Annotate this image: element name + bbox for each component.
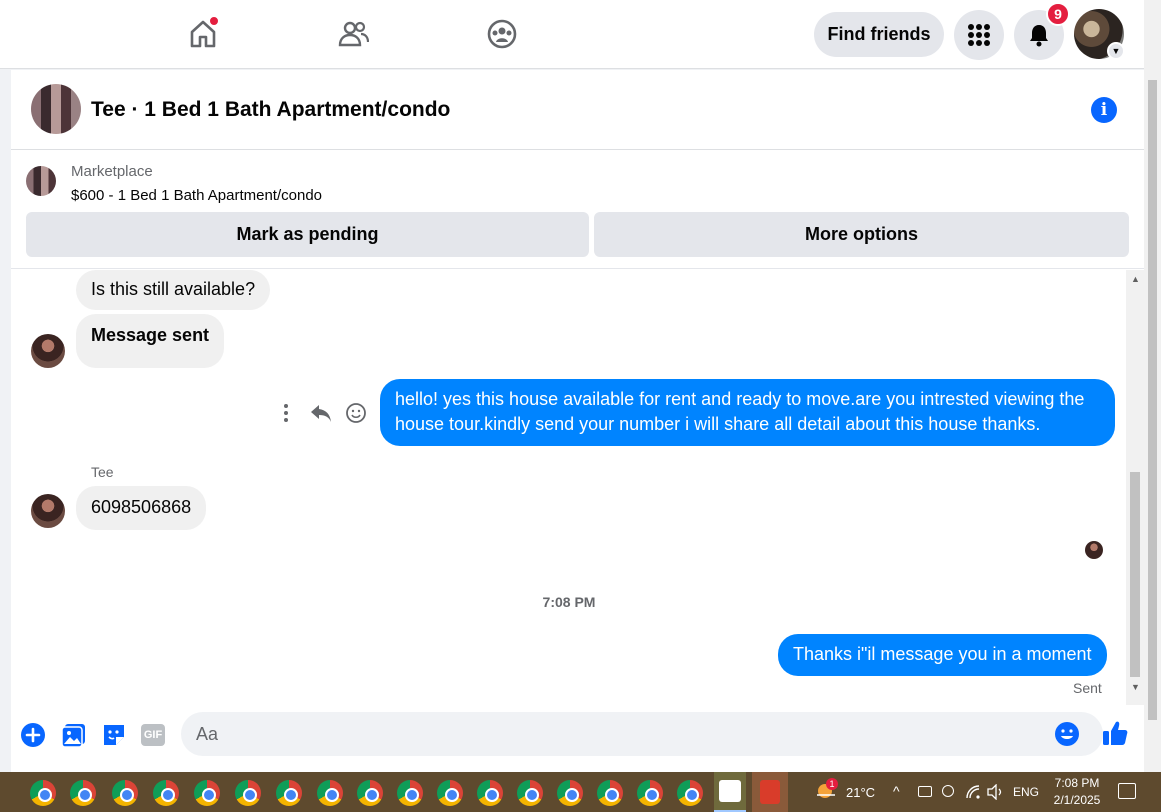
chrome-icon[interactable] bbox=[557, 780, 583, 806]
more-options-button[interactable]: More options bbox=[594, 212, 1129, 257]
chrome-icon[interactable] bbox=[637, 780, 663, 806]
marketplace-label: Marketplace bbox=[71, 163, 153, 180]
message-bubble[interactable]: Is this still available? bbox=[76, 270, 271, 310]
chrome-icon[interactable] bbox=[30, 780, 56, 806]
message-input[interactable] bbox=[181, 712, 1103, 756]
chrome-icon[interactable] bbox=[235, 780, 261, 806]
chrome-icon[interactable] bbox=[597, 780, 623, 806]
top-navigation: Find friends 9 ▼ bbox=[0, 0, 1161, 69]
page-scroll-thumb[interactable] bbox=[1148, 80, 1157, 720]
sender-name: Tee bbox=[91, 464, 114, 480]
reply-icon[interactable] bbox=[309, 401, 333, 425]
scroll-down-arrow[interactable]: ▼ bbox=[1131, 682, 1140, 692]
message-bubble[interactable]: 6098506868 bbox=[76, 486, 207, 530]
pinned-app-icon bbox=[760, 780, 780, 804]
weather-temperature[interactable]: 21°C bbox=[846, 785, 875, 800]
message-timestamp: 7:08 PM bbox=[542, 594, 596, 610]
grid-menu-icon bbox=[968, 24, 990, 46]
chat-title[interactable]: Tee · 1 Bed 1 Bath Apartment/condo bbox=[91, 98, 450, 122]
clock-time: 7:08 PM bbox=[1054, 776, 1100, 790]
volume-icon[interactable] bbox=[987, 783, 1005, 801]
listing-thumbnail[interactable] bbox=[26, 166, 56, 196]
chrome-icon[interactable] bbox=[397, 780, 423, 806]
home-notification-dot bbox=[209, 16, 219, 26]
chrome-icon[interactable] bbox=[70, 780, 96, 806]
listing-title[interactable]: $600 - 1 Bed 1 Bath Apartment/condo bbox=[71, 187, 322, 204]
chat-header: Tee · 1 Bed 1 Bath Apartment/condo i bbox=[11, 70, 1145, 150]
message-bubble[interactable]: Thanks i"il message you in a moment bbox=[778, 634, 1107, 676]
media-app-icon bbox=[719, 780, 741, 802]
chrome-icon[interactable] bbox=[317, 780, 343, 806]
chrome-icon[interactable] bbox=[437, 780, 463, 806]
message-bubble[interactable]: hello! yes this house available for rent… bbox=[380, 379, 1115, 446]
message-list: Is this still available? Message sent he… bbox=[11, 270, 1145, 705]
message-scrollbar[interactable]: ▲ ▼ bbox=[1126, 270, 1145, 705]
sender-avatar[interactable] bbox=[31, 494, 65, 528]
photo-icon[interactable] bbox=[60, 721, 88, 749]
chrome-icon[interactable] bbox=[357, 780, 383, 806]
taskbar-app-active[interactable] bbox=[752, 772, 788, 812]
chrome-icon[interactable] bbox=[153, 780, 179, 806]
notification-center-icon[interactable] bbox=[1118, 783, 1136, 799]
taskbar-app-active[interactable] bbox=[714, 772, 746, 812]
chrome-icon[interactable] bbox=[477, 780, 503, 806]
weather-badge: 1 bbox=[826, 778, 838, 790]
language-indicator[interactable]: ENG bbox=[1013, 785, 1039, 799]
gif-icon[interactable]: GIF bbox=[140, 721, 166, 749]
chevron-up-icon[interactable]: ^ bbox=[893, 783, 900, 799]
chrome-icon[interactable] bbox=[276, 780, 302, 806]
chrome-icon[interactable] bbox=[677, 780, 703, 806]
battery-icon[interactable] bbox=[918, 786, 932, 797]
info-icon[interactable]: i bbox=[1091, 97, 1117, 123]
contact-avatar[interactable] bbox=[31, 84, 81, 134]
chrome-icon[interactable] bbox=[517, 780, 543, 806]
menu-button[interactable] bbox=[954, 10, 1004, 60]
clock-date: 2/1/2025 bbox=[1053, 793, 1101, 807]
chrome-icon[interactable] bbox=[194, 780, 220, 806]
sticker-icon[interactable] bbox=[100, 721, 128, 749]
marketplace-panel: Marketplace $600 - 1 Bed 1 Bath Apartmen… bbox=[11, 151, 1145, 269]
groups-icon[interactable] bbox=[484, 16, 520, 52]
scroll-thumb[interactable] bbox=[1130, 472, 1140, 677]
seen-indicator-avatar bbox=[1085, 541, 1103, 559]
mark-as-pending-button[interactable]: Mark as pending bbox=[26, 212, 589, 257]
more-vertical-icon[interactable] bbox=[274, 401, 298, 425]
message-composer: GIF bbox=[11, 707, 1145, 772]
sent-status: Sent bbox=[1073, 680, 1102, 696]
bell-icon bbox=[1030, 25, 1048, 47]
windows-taskbar: 1 21°C ^ ENG 7:08 PM 2/1/2025 bbox=[0, 772, 1161, 812]
react-icon[interactable] bbox=[344, 401, 368, 425]
chevron-down-icon[interactable]: ▼ bbox=[1107, 42, 1125, 60]
notification-badge: 9 bbox=[1046, 2, 1070, 26]
add-icon[interactable] bbox=[19, 721, 47, 749]
page-scrollbar[interactable] bbox=[1144, 0, 1161, 772]
gif-label: GIF bbox=[141, 724, 165, 746]
emoji-icon[interactable] bbox=[1053, 720, 1081, 748]
chrome-icon[interactable] bbox=[112, 780, 138, 806]
find-friends-button[interactable]: Find friends bbox=[814, 12, 944, 57]
meet-icon[interactable] bbox=[942, 785, 954, 797]
chat-window: Tee · 1 Bed 1 Bath Apartment/condo i Mar… bbox=[11, 70, 1145, 772]
friends-icon[interactable] bbox=[335, 16, 371, 52]
scroll-up-arrow[interactable]: ▲ bbox=[1131, 274, 1140, 284]
home-icon[interactable] bbox=[185, 16, 221, 52]
like-icon[interactable] bbox=[1101, 719, 1129, 747]
wifi-icon[interactable] bbox=[965, 784, 981, 800]
message-bubble[interactable]: Message sent bbox=[76, 314, 225, 368]
sender-avatar[interactable] bbox=[31, 334, 65, 368]
system-clock[interactable]: 7:08 PM 2/1/2025 bbox=[1050, 775, 1104, 809]
